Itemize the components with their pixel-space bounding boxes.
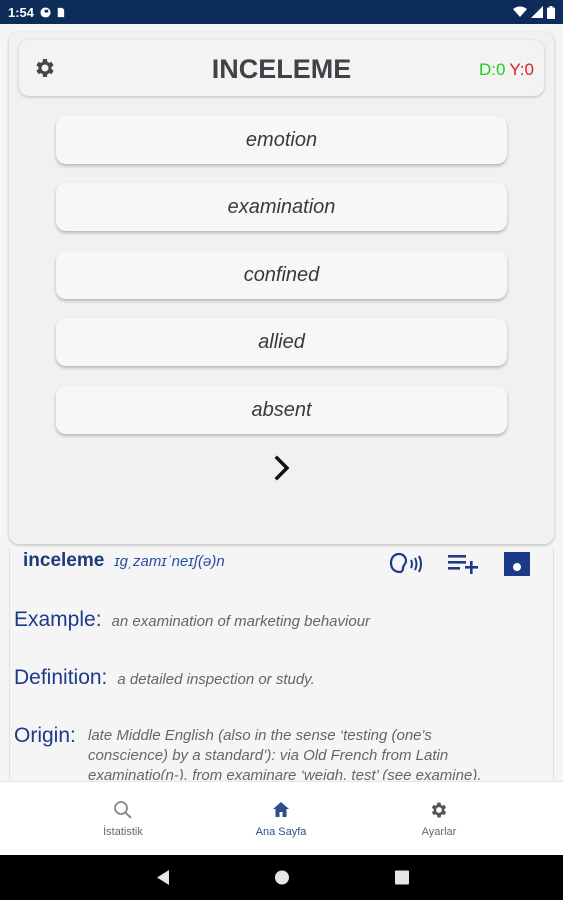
status-bar: 1:54: [0, 0, 563, 24]
origin-label: Origin:: [14, 724, 76, 747]
score-display: D:0 Y:0: [479, 60, 534, 80]
wifi-icon: [513, 6, 527, 17]
quiz-header: INCELEME D:0 Y:0: [19, 40, 544, 96]
bottom-navigation: İstatistik Ana Sayfa Ayarlar: [0, 781, 563, 855]
example-label: Example:: [14, 608, 102, 631]
origin-value: late Middle English (also in the sense ‘…: [88, 727, 482, 780]
word-text: inceleme: [23, 550, 105, 571]
system-navigation-bar: [0, 855, 563, 900]
home-icon: [273, 802, 289, 817]
gear-icon: [431, 802, 447, 818]
example-row: Example: an examination of marketing beh…: [14, 608, 370, 632]
answer-option[interactable]: allied: [56, 318, 507, 366]
word-detail-panel: inceleme ɪɡˌzamɪˈneɪʃ(ə)n Example: an ex…: [9, 548, 554, 780]
app-notification-icon: [40, 6, 51, 18]
definition-label: Definition:: [14, 666, 108, 689]
chevron-right-icon[interactable]: [270, 452, 294, 484]
wrong-count: Y:0: [509, 60, 534, 79]
nav-item-statistics[interactable]: İstatistik: [73, 800, 173, 838]
signal-icon: [531, 6, 543, 18]
save-icon[interactable]: [502, 552, 532, 576]
answer-option[interactable]: confined: [56, 251, 507, 299]
definition-row: Definition: a detailed inspection or stu…: [14, 666, 315, 690]
word-heading: inceleme ɪɡˌzamɪˈneɪʃ(ə)n: [23, 550, 225, 572]
correct-count: D:0: [478, 60, 506, 79]
status-time: 1:54: [8, 4, 35, 20]
battery-icon: [547, 5, 555, 19]
nav-item-home[interactable]: Ana Sayfa: [231, 800, 331, 838]
origin-row: Origin:: [14, 724, 76, 748]
answer-option[interactable]: emotion: [56, 116, 507, 164]
page-title: INCELEME: [211, 54, 352, 84]
word-pronunciation: ɪɡˌzamɪˈneɪʃ(ə)n: [114, 553, 225, 570]
nav-item-label: İstatistik: [103, 826, 143, 838]
back-icon[interactable]: [155, 869, 171, 886]
add-to-list-icon[interactable]: [446, 552, 480, 576]
sim-card-icon: [57, 7, 65, 17]
answer-option[interactable]: absent: [56, 386, 507, 434]
quiz-card: INCELEME D:0 Y:0 emotion examination conf…: [9, 32, 554, 544]
recents-icon[interactable]: [394, 869, 410, 886]
definition-value: a detailed inspection or study.: [117, 671, 315, 688]
speak-icon[interactable]: [386, 552, 426, 576]
nav-item-label: Ana Sayfa: [255, 826, 307, 838]
example-value: an examination of marketing behaviour: [111, 613, 371, 630]
answer-option[interactable]: examination: [56, 183, 507, 231]
nav-item-label: Ayarlar: [421, 826, 457, 838]
nav-item-settings[interactable]: Ayarlar: [389, 800, 489, 838]
search-icon: [114, 801, 132, 819]
home-circle-icon[interactable]: [274, 869, 290, 886]
